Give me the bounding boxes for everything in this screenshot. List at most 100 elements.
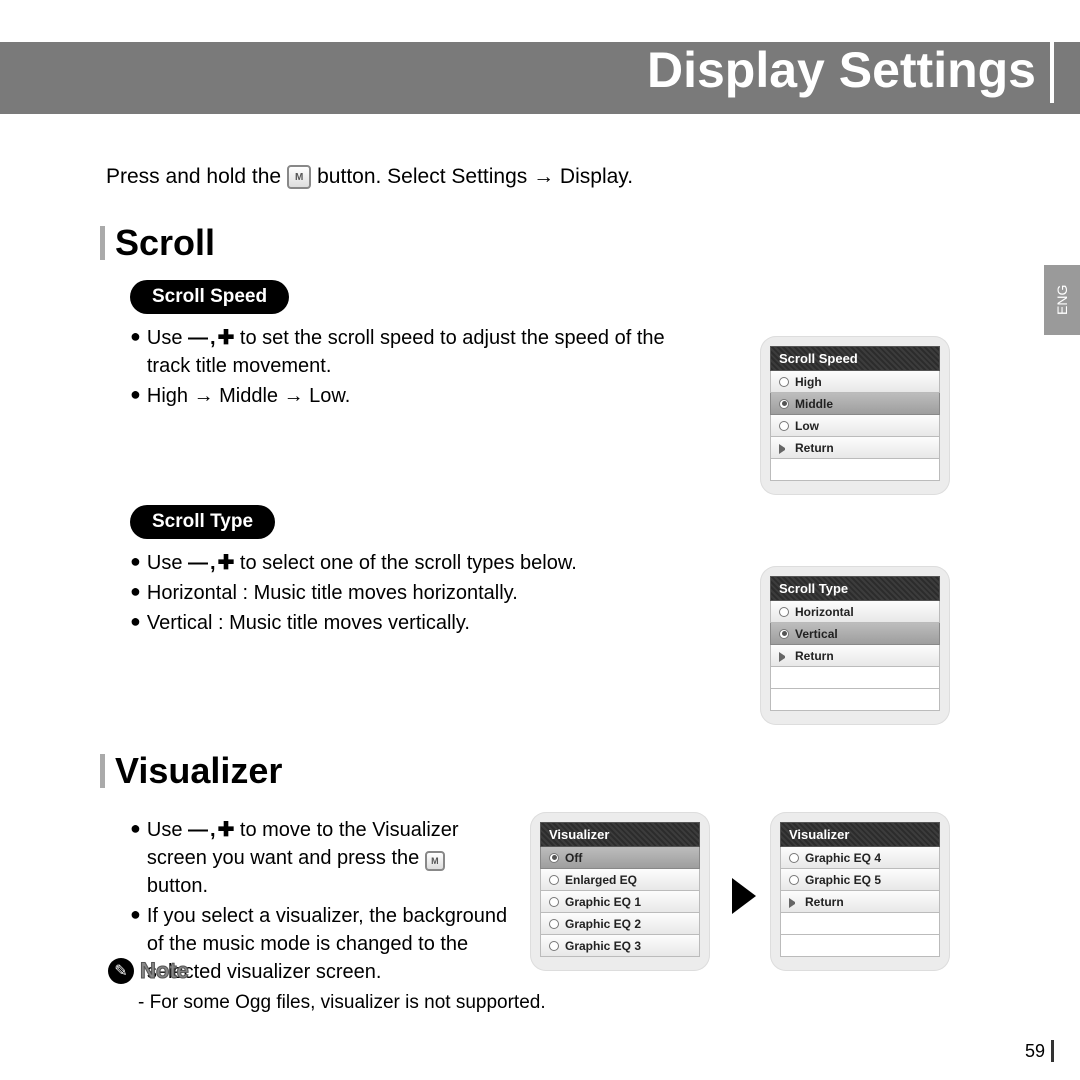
return-icon	[789, 898, 799, 908]
item-label: Graphic EQ 4	[805, 851, 881, 865]
scroll-type-line1: Use — , ✚ to select one of the scroll ty…	[147, 549, 577, 577]
bullet-icon: ●	[130, 382, 141, 407]
divider-icon	[1051, 1040, 1054, 1062]
page-number: 59	[1025, 1040, 1054, 1062]
plus-minus-icon: — , ✚	[188, 324, 234, 352]
header-bar: Display Settings	[0, 42, 1080, 114]
m-button-icon: M	[425, 851, 445, 871]
device-visualizer-2: Visualizer Graphic EQ 4 Graphic EQ 5 Ret…	[770, 812, 950, 971]
item-label: Graphic EQ 1	[565, 895, 641, 909]
device-title: Visualizer	[540, 822, 700, 847]
list-item[interactable]: Graphic EQ 5	[780, 869, 940, 891]
device-scroll-speed: Scroll Speed High Middle Low Return	[760, 336, 950, 495]
item-label: Low	[795, 419, 819, 433]
list-item[interactable]: Return	[770, 437, 940, 459]
scroll-type-line3: Vertical : Music title moves vertically.	[147, 609, 470, 637]
radio-icon	[779, 421, 789, 431]
minus-icon: —	[188, 553, 208, 573]
arrow-right-icon	[732, 878, 756, 914]
comma: ,	[210, 324, 216, 352]
device-visualizer-1: Visualizer Off Enlarged EQ Graphic EQ 1 …	[530, 812, 710, 971]
page-number-value: 59	[1025, 1041, 1045, 1062]
note-detail: - For some Ogg files, visualizer is not …	[138, 992, 546, 1014]
device-title: Visualizer	[780, 822, 940, 847]
note-icon: ✎	[108, 958, 134, 984]
note-block: ✎ Note - For some Ogg files, visualizer …	[108, 958, 546, 1014]
text: Use	[147, 327, 183, 349]
heading-bar-icon	[100, 754, 105, 788]
comma: ,	[210, 816, 216, 844]
scroll-speed-block: Scroll Speed ● Use — , ✚ to set the scro…	[130, 280, 707, 412]
bullet-icon: ●	[130, 549, 141, 574]
item-label: Graphic EQ 2	[565, 917, 641, 931]
comma: ,	[210, 549, 216, 577]
list-item[interactable]: Vertical	[770, 623, 940, 645]
return-icon	[779, 652, 789, 662]
radio-icon	[549, 919, 559, 929]
m-button-icon: M	[287, 165, 311, 189]
radio-icon	[779, 629, 789, 639]
list-item[interactable]: Horizontal	[770, 601, 940, 623]
list-item	[770, 689, 940, 711]
list-item[interactable]: Off	[540, 847, 700, 869]
intro-after: button. Select Settings → Display.	[317, 165, 633, 189]
item-label: Return	[805, 895, 844, 909]
scroll-type-block: Scroll Type ● Use — , ✚ to select one of…	[130, 505, 577, 639]
device-scroll-type: Scroll Type Horizontal Vertical Return	[760, 566, 950, 725]
heading-bar-icon	[100, 226, 105, 260]
list-item	[780, 913, 940, 935]
list-item[interactable]: Return	[780, 891, 940, 913]
item-label: Middle	[795, 397, 833, 411]
plus-minus-icon: — , ✚	[188, 549, 234, 577]
list-item	[780, 935, 940, 957]
item-label: Vertical	[795, 627, 838, 641]
item-label: High	[795, 375, 822, 389]
list-item[interactable]: Low	[770, 415, 940, 437]
plus-icon: ✚	[218, 820, 235, 840]
page-title: Display Settings	[647, 38, 1054, 103]
radio-icon	[549, 897, 559, 907]
intro-before: Press and hold the	[106, 165, 281, 189]
list-item[interactable]: Graphic EQ 4	[780, 847, 940, 869]
item-label: Horizontal	[795, 605, 854, 619]
bullet-icon: ●	[130, 816, 141, 841]
radio-icon	[789, 853, 799, 863]
list-item[interactable]: Middle	[770, 393, 940, 415]
scroll-speed-line2: High → Middle → Low.	[147, 382, 350, 410]
item-label: Graphic EQ 3	[565, 939, 641, 953]
list-item[interactable]: Graphic EQ 2	[540, 913, 700, 935]
language-tab: ENG	[1044, 265, 1080, 335]
radio-icon	[549, 875, 559, 885]
radio-icon	[549, 853, 559, 863]
scroll-type-pill: Scroll Type	[130, 505, 275, 539]
item-label: Graphic EQ 5	[805, 873, 881, 887]
minus-icon: —	[188, 328, 208, 348]
return-icon	[779, 444, 789, 454]
intro-line: Press and hold the M button. Select Sett…	[106, 165, 633, 189]
radio-icon	[779, 607, 789, 617]
scroll-speed-pill: Scroll Speed	[130, 280, 289, 314]
scroll-speed-line1: Use — , ✚ to set the scroll speed to adj…	[147, 324, 707, 380]
text: Use	[147, 552, 183, 574]
scroll-type-line2: Horizontal : Music title moves horizonta…	[147, 579, 518, 607]
bullet-icon: ●	[130, 902, 141, 927]
list-item[interactable]: Return	[770, 645, 940, 667]
section-heading-scroll: Scroll	[100, 222, 215, 264]
bullet-icon: ●	[130, 579, 141, 604]
note-label: Note	[140, 958, 189, 984]
radio-icon	[549, 941, 559, 951]
list-item[interactable]: Enlarged EQ	[540, 869, 700, 891]
heading-scroll-text: Scroll	[115, 222, 215, 264]
list-item[interactable]: High	[770, 371, 940, 393]
list-item[interactable]: Graphic EQ 3	[540, 935, 700, 957]
list-item[interactable]: Graphic EQ 1	[540, 891, 700, 913]
radio-icon	[789, 875, 799, 885]
text: Use	[147, 819, 183, 841]
list-item	[770, 667, 940, 689]
radio-icon	[779, 377, 789, 387]
item-label: Off	[565, 851, 582, 865]
radio-icon	[779, 399, 789, 409]
text: button.	[147, 875, 208, 897]
plus-minus-icon: — , ✚	[188, 816, 234, 844]
item-label: Return	[795, 441, 834, 455]
